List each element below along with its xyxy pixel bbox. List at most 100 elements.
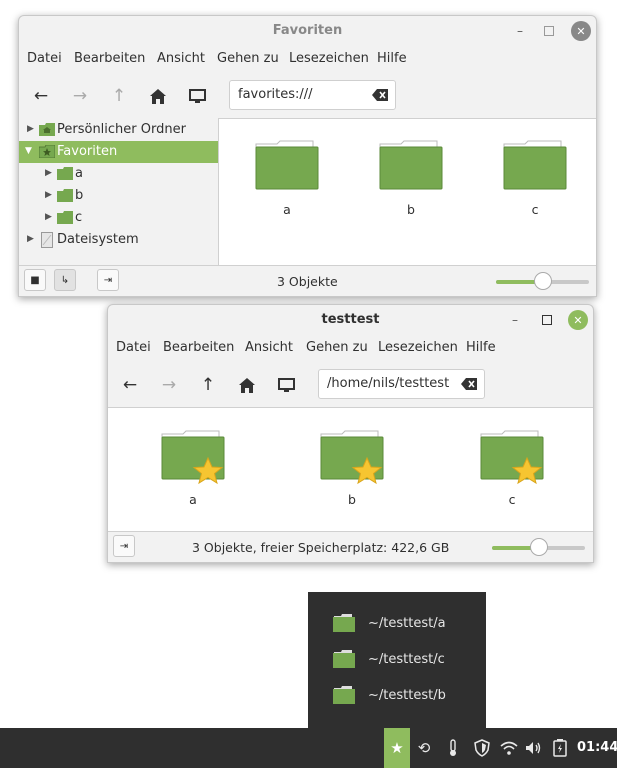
status-text: 3 Objekte, freier Speicherplatz: 422,6 G… bbox=[192, 540, 450, 555]
favorite-entry-a[interactable]: ~/testtest/a bbox=[308, 606, 486, 642]
minimize-button[interactable]: – bbox=[505, 310, 525, 330]
menu-ansicht[interactable]: Ansicht bbox=[245, 340, 293, 355]
menu-hilfe[interactable]: Hilfe bbox=[377, 51, 407, 66]
location-input[interactable]: /home/nils/testtest bbox=[327, 376, 449, 391]
zoom-slider-knob[interactable] bbox=[534, 272, 552, 290]
network-applet[interactable] bbox=[498, 736, 520, 760]
maximize-button[interactable] bbox=[537, 310, 557, 330]
item-label: c bbox=[531, 202, 539, 217]
zoom-slider-knob[interactable] bbox=[530, 538, 548, 556]
wifi-icon bbox=[500, 741, 518, 755]
favorites-applet-button[interactable]: ★ bbox=[384, 728, 410, 768]
arrow-up-icon: ↑ bbox=[111, 86, 127, 106]
folder-item-b[interactable]: b bbox=[307, 430, 397, 507]
battery-icon bbox=[553, 739, 567, 757]
expander-icon[interactable]: ▶ bbox=[45, 212, 55, 222]
favorite-folder-icon bbox=[161, 430, 225, 485]
close-button[interactable]: ✕ bbox=[568, 310, 588, 330]
computer-button[interactable] bbox=[184, 83, 210, 109]
menu-bearbeiten[interactable]: Bearbeiten bbox=[74, 51, 145, 66]
toggle-sidebar-button[interactable]: ⇥ bbox=[97, 269, 119, 291]
folder-icon bbox=[333, 614, 355, 632]
menu-hilfe[interactable]: Hilfe bbox=[466, 340, 496, 355]
zoom-slider[interactable] bbox=[492, 538, 585, 556]
folder-item-b[interactable]: b bbox=[366, 140, 456, 217]
location-input[interactable]: favorites:/// bbox=[238, 87, 313, 102]
close-button[interactable]: ✕ bbox=[571, 21, 591, 41]
expander-icon[interactable]: ▶ bbox=[27, 124, 37, 134]
menu-gehen-zu[interactable]: Gehen zu bbox=[217, 51, 279, 66]
titlebar[interactable]: Favoriten – ✕ bbox=[19, 16, 596, 46]
clear-icon[interactable] bbox=[372, 89, 388, 101]
back-button[interactable]: ← bbox=[117, 372, 143, 398]
show-tree-button[interactable]: ↳ bbox=[54, 269, 76, 291]
sidebar-item-b[interactable]: ▶ b bbox=[19, 185, 218, 207]
expander-icon[interactable]: ▶ bbox=[45, 168, 55, 178]
folder-item-c[interactable]: c bbox=[490, 140, 580, 217]
sound-applet[interactable] bbox=[523, 736, 545, 760]
taskbar: ★ ⟲ 01:44 bbox=[0, 728, 617, 768]
home-icon bbox=[150, 88, 166, 104]
folder-item-a[interactable]: a bbox=[148, 430, 238, 507]
menu-lesezeichen[interactable]: Lesezeichen bbox=[378, 340, 458, 355]
sidebar-item-filesystem[interactable]: ▶ Dateisystem bbox=[19, 229, 218, 251]
sidebar-item-a[interactable]: ▶ a bbox=[19, 163, 218, 185]
show-places-button[interactable]: ■ bbox=[24, 269, 46, 291]
menu-gehen-zu[interactable]: Gehen zu bbox=[306, 340, 368, 355]
zoom-slider[interactable] bbox=[496, 272, 589, 290]
up-button[interactable]: ↑ bbox=[106, 83, 132, 109]
sidebar-item-home[interactable]: ▶ Persönlicher Ordner bbox=[19, 119, 218, 141]
close-icon: ✕ bbox=[576, 24, 586, 38]
titlebar[interactable]: testtest – ✕ bbox=[108, 305, 593, 335]
sidebar-toggle-icon: ⇥ bbox=[103, 274, 113, 286]
location-bar[interactable]: /home/nils/testtest bbox=[318, 369, 485, 399]
minimize-icon: – bbox=[512, 313, 518, 327]
home-button[interactable] bbox=[145, 83, 171, 109]
location-bar[interactable]: favorites:/// bbox=[229, 80, 396, 110]
security-applet[interactable] bbox=[471, 736, 493, 760]
up-button[interactable]: ↑ bbox=[195, 372, 221, 398]
sidebar-toggle-icon: ⇥ bbox=[119, 540, 129, 552]
favorites-star-icon: ★ bbox=[390, 739, 404, 757]
back-button[interactable]: ← bbox=[28, 83, 54, 109]
maximize-button[interactable] bbox=[539, 21, 559, 41]
menu-bearbeiten[interactable]: Bearbeiten bbox=[163, 340, 234, 355]
arrow-right-icon: → bbox=[72, 86, 88, 106]
toolbar: ← → ↑ favorites:/// bbox=[19, 74, 596, 118]
file-view[interactable]: a b c bbox=[108, 407, 593, 533]
favorite-entry-label: ~/testtest/c bbox=[368, 652, 445, 667]
folder-item-c[interactable]: c bbox=[467, 430, 557, 507]
temperature-applet[interactable] bbox=[442, 736, 464, 760]
monitor-icon bbox=[188, 88, 206, 103]
folder-icon bbox=[57, 211, 73, 224]
computer-button[interactable] bbox=[273, 372, 299, 398]
home-icon bbox=[239, 377, 255, 393]
sidebar-item-c[interactable]: ▶ c bbox=[19, 207, 218, 229]
expander-open-icon[interactable]: ▼ bbox=[25, 146, 35, 156]
favorite-entry-c[interactable]: ~/testtest/c bbox=[308, 642, 486, 678]
menu-datei[interactable]: Datei bbox=[27, 51, 62, 66]
status-text: 3 Objekte bbox=[277, 274, 338, 289]
favorite-entry-b[interactable]: ~/testtest/b bbox=[308, 678, 486, 714]
minimize-button[interactable]: – bbox=[510, 21, 530, 41]
folder-icon bbox=[255, 140, 319, 190]
item-label: a bbox=[283, 202, 291, 217]
favorites-applet-menu: ~/testtest/a ~/testtest/c ~/testtest/b bbox=[308, 592, 486, 728]
sidebar-item-favorites[interactable]: ▼ Favoriten bbox=[19, 141, 218, 163]
menu-ansicht[interactable]: Ansicht bbox=[157, 51, 205, 66]
file-view[interactable]: a b c bbox=[219, 118, 596, 267]
menu-datei[interactable]: Datei bbox=[116, 340, 151, 355]
expander-icon[interactable]: ▶ bbox=[27, 234, 37, 244]
clock[interactable]: 01:44 bbox=[577, 740, 617, 755]
arrow-left-icon: ← bbox=[122, 375, 138, 395]
forward-button[interactable]: → bbox=[156, 372, 182, 398]
clear-icon[interactable] bbox=[461, 378, 477, 390]
menu-lesezeichen[interactable]: Lesezeichen bbox=[289, 51, 369, 66]
forward-button[interactable]: → bbox=[67, 83, 93, 109]
expander-icon[interactable]: ▶ bbox=[45, 190, 55, 200]
history-applet[interactable]: ⟲ bbox=[413, 736, 435, 760]
folder-item-a[interactable]: a bbox=[242, 140, 332, 217]
power-applet[interactable] bbox=[549, 736, 571, 760]
toggle-sidebar-button[interactable]: ⇥ bbox=[113, 535, 135, 557]
home-button[interactable] bbox=[234, 372, 260, 398]
